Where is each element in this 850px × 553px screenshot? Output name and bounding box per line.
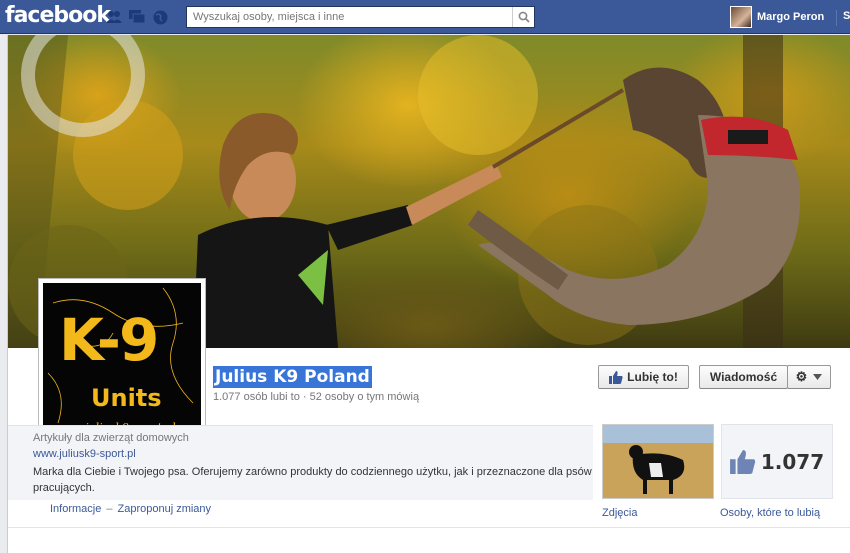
photos-app-label[interactable]: Zdjęcia: [602, 507, 637, 519]
profile-picture-logo: K-9 Units juliusk9-sport.pl: [43, 283, 201, 441]
gear-icon: ⚙: [795, 369, 808, 384]
facebook-logo[interactable]: facebook: [5, 3, 111, 28]
search-button[interactable]: [512, 7, 534, 27]
notifications-globe-icon[interactable]: [152, 9, 168, 25]
notification-jewels: [106, 9, 168, 25]
page-container: K-9 Units juliusk9-sport.pl Julius K9 Po…: [7, 35, 850, 553]
message-button[interactable]: Wiadomość: [699, 365, 788, 389]
likes-count: 1.077: [760, 449, 825, 474]
info-link[interactable]: Informacje: [50, 503, 101, 515]
profile-picture[interactable]: K-9 Units juliusk9-sport.pl: [38, 278, 206, 446]
timeline-divider: [8, 527, 850, 553]
about-links: Informacje – Zaproponuj zmiany: [50, 503, 211, 515]
suggest-edits-link[interactable]: Zaproponuj zmiany: [117, 503, 211, 515]
page-description: Marka dla Ciebie i Twojego psa. Oferujem…: [33, 466, 592, 494]
like-button-label: Lubię to!: [627, 370, 678, 384]
page-stats: 1.077 osób lubi to · 52 osoby o tym mówi…: [213, 391, 420, 403]
logo-units-text: Units: [91, 384, 162, 412]
photos-app-thumbnail[interactable]: [602, 424, 714, 499]
friend-requests-icon[interactable]: [106, 9, 122, 25]
thumbs-up-icon: [729, 449, 756, 474]
likes-app-label[interactable]: Osoby, które to lubią: [720, 507, 820, 519]
thumbs-up-icon: [609, 370, 623, 384]
topbar-divider: [836, 10, 837, 26]
topbar-overflow-link[interactable]: S: [843, 10, 850, 22]
website-link[interactable]: www.juliusk9-sport.pl: [33, 448, 136, 460]
page-title[interactable]: Julius K9 Poland: [213, 366, 372, 388]
user-name: Margo Peron: [757, 11, 825, 23]
settings-dropdown-button[interactable]: ⚙: [787, 365, 831, 389]
like-button[interactable]: Lubię to!: [598, 365, 689, 389]
search-icon: [518, 11, 530, 23]
search-box: [186, 6, 535, 28]
about-links-separator: –: [106, 503, 113, 515]
search-input[interactable]: [187, 7, 507, 27]
avatar: [730, 6, 752, 28]
top-bar: facebook Margo Peron S: [0, 0, 850, 34]
dog-photo-illustration: [603, 425, 713, 498]
user-profile-link[interactable]: Margo Peron: [730, 6, 824, 28]
chevron-down-icon: [813, 374, 823, 380]
logo-k9-text: K-9: [59, 306, 159, 374]
page-category: Artykuły dla zwierząt domowych: [33, 432, 189, 444]
likes-app-box[interactable]: 1.077: [721, 424, 833, 499]
about-box: Artykuły dla zwierząt domowych www.juliu…: [8, 425, 593, 500]
messages-icon[interactable]: [129, 9, 145, 25]
